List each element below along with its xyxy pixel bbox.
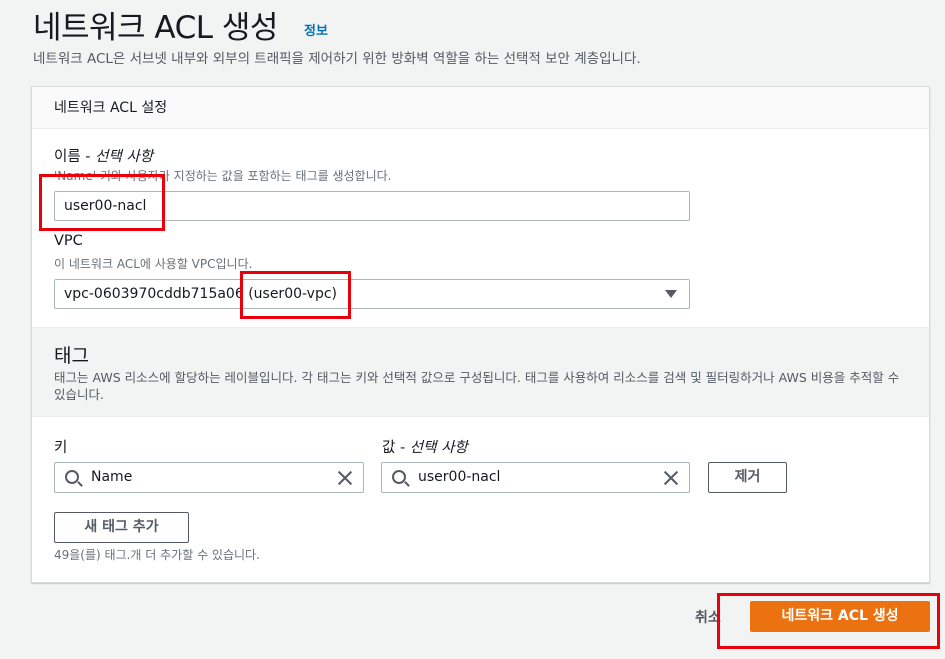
info-link[interactable]: 정보	[304, 20, 328, 39]
tag-value-value: user00-nacl	[418, 469, 501, 485]
tags-title: 태그	[54, 345, 89, 367]
tag-value-label-text: 값 -	[382, 440, 410, 456]
clear-icon[interactable]	[336, 469, 354, 487]
search-icon	[392, 470, 406, 484]
tag-value-label: 값 - 선택 사항	[382, 436, 468, 457]
vpc-select[interactable]: vpc-0603970cddb715a06 (user00-vpc)	[54, 279, 690, 309]
tag-key-value: Name	[91, 469, 133, 485]
page-title: 네트워크 ACL 생성	[33, 10, 278, 46]
name-field-label: 이름 - 선택 사항	[54, 145, 153, 166]
name-field-hint: 'Name' 키와 사용자가 지정하는 값을 포함하는 태그를 생성합니다.	[54, 169, 392, 183]
vpc-select-value: vpc-0603970cddb715a06 (user00-vpc)	[64, 286, 338, 302]
name-label-optional: 선택 사항	[95, 149, 154, 165]
settings-panel-title: 네트워크 ACL 설정	[54, 100, 168, 116]
tag-key-input[interactable]: Name	[54, 462, 364, 493]
page-description: 네트워크 ACL은 서브넷 내부와 외부의 트래픽을 제어하기 위한 방화벽 역…	[33, 51, 641, 67]
name-label-text: 이름 -	[54, 149, 96, 165]
clear-icon[interactable]	[662, 469, 680, 487]
vpc-field-hint: 이 네트워크 ACL에 사용할 VPC입니다.	[54, 257, 253, 271]
remove-tag-button[interactable]: 제거	[708, 462, 787, 493]
vpc-field-label: VPC	[54, 233, 83, 249]
create-network-acl-button[interactable]: 네트워크 ACL 생성	[750, 601, 930, 632]
tag-value-input[interactable]: user00-nacl	[381, 462, 690, 493]
caret-down-icon	[665, 290, 677, 298]
name-input[interactable]: user00-nacl	[54, 191, 690, 221]
cancel-button[interactable]: 취소	[695, 607, 721, 627]
search-icon	[65, 470, 79, 484]
add-tag-button[interactable]: 새 태그 추가	[54, 512, 189, 543]
tag-key-label: 키	[54, 440, 68, 456]
tags-description: 태그는 AWS 리소스에 할당하는 레이블입니다. 각 태그는 키와 선택적 값…	[54, 370, 900, 402]
tag-limit-text: 49을(를) 태그.개 더 추가할 수 있습니다.	[54, 548, 260, 562]
tag-value-label-optional: 선택 사항	[409, 440, 468, 456]
